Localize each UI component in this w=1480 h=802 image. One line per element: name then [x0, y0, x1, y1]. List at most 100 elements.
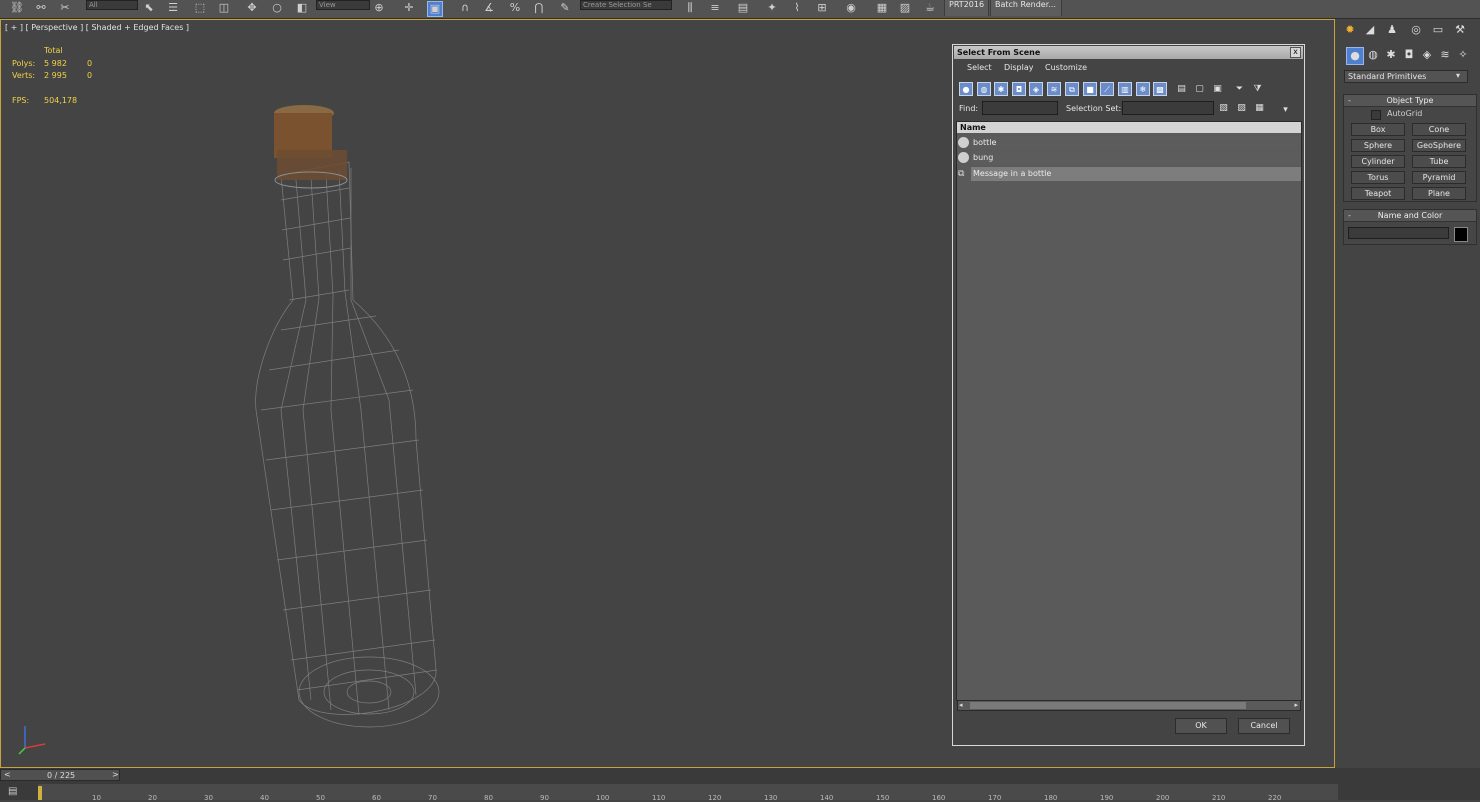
select-object-icon[interactable]: ⬉ — [142, 1, 156, 15]
scene-object-list[interactable]: Name bottle bung ⧉ Message in a bottle — [956, 121, 1302, 789]
schematic-view-icon[interactable]: ⊞ — [815, 1, 829, 15]
cancel-button[interactable]: Cancel — [1238, 718, 1290, 734]
display-lights-icon[interactable]: ✱ — [994, 82, 1008, 96]
display-tab-icon[interactable]: ▭ — [1430, 22, 1446, 38]
invert-display-icon[interactable]: ▣ — [1211, 82, 1224, 96]
helpers-icon[interactable]: ◈ — [1419, 47, 1435, 63]
autogrid-checkbox[interactable] — [1371, 110, 1381, 120]
lights-icon[interactable]: ✱ — [1383, 47, 1399, 63]
display-helpers-icon[interactable]: ◈ — [1029, 82, 1043, 96]
percent-snap-icon[interactable]: % — [508, 1, 522, 15]
bottle-wireframe[interactable] — [241, 80, 461, 740]
snap-toggle-icon[interactable]: ∩ — [458, 1, 472, 15]
menu-select[interactable]: Select — [967, 63, 992, 72]
window-crossing-icon[interactable]: ◫ — [217, 1, 231, 15]
angle-snap-icon[interactable]: ∡ — [482, 1, 496, 15]
display-geometry-icon[interactable]: ● — [959, 82, 973, 96]
link-icon[interactable]: ⛓ — [10, 1, 24, 15]
rendered-frame-icon[interactable]: ▨ — [898, 1, 912, 15]
display-frozen-icon[interactable]: ❄ — [1136, 82, 1150, 96]
curve-editor-icon[interactable]: ⌇ — [790, 1, 804, 15]
sphere-button[interactable]: Sphere — [1351, 139, 1405, 152]
rotate-icon[interactable]: ○ — [270, 1, 284, 15]
scale-icon[interactable]: ◧ — [295, 1, 309, 15]
layer-explorer-icon[interactable]: ▤ — [736, 1, 750, 15]
create-tab-icon[interactable]: ✹ — [1342, 22, 1358, 38]
render-production-icon[interactable]: ☕ — [923, 1, 937, 15]
geosphere-button[interactable]: GeoSphere — [1412, 139, 1466, 152]
systems-icon[interactable]: ✧ — [1455, 47, 1471, 63]
select-manipulate-icon[interactable]: ✛ — [402, 1, 416, 15]
category-dropdown[interactable]: Standard Primitives — [1344, 70, 1468, 83]
tube-button[interactable]: Tube — [1412, 155, 1466, 168]
render-setup-icon[interactable]: ▦ — [875, 1, 889, 15]
move-icon[interactable]: ✥ — [245, 1, 259, 15]
utilities-tab-icon[interactable]: ⚒ — [1452, 22, 1468, 38]
display-spacewarps-icon[interactable]: ≋ — [1047, 82, 1061, 96]
object-name-input[interactable] — [1348, 227, 1449, 239]
menu-customize[interactable]: Customize — [1045, 63, 1087, 72]
spinner-snap-icon[interactable]: ⋂ — [532, 1, 546, 15]
pyramid-button[interactable]: Pyramid — [1412, 171, 1466, 184]
display-xrefs-icon[interactable]: ■ — [1083, 82, 1097, 96]
prt-button[interactable]: PRT2016 — [944, 0, 990, 16]
list-item[interactable]: bottle — [971, 136, 1301, 150]
selection-set-dropdown[interactable] — [1122, 101, 1214, 115]
spacewarps-icon[interactable]: ≋ — [1437, 47, 1453, 63]
mini-curve-editor-icon[interactable]: ▤ — [8, 786, 24, 798]
geometry-icon[interactable]: ● — [1346, 47, 1364, 65]
slider-next-icon[interactable]: > — [112, 770, 119, 779]
named-selection-combo[interactable]: Create Selection Se — [580, 0, 672, 10]
chevron-down-icon[interactable]: ▾ — [1279, 103, 1292, 117]
slider-prev-icon[interactable]: < — [4, 770, 11, 779]
box-button[interactable]: Box — [1351, 123, 1405, 136]
plane-button[interactable]: Plane — [1412, 187, 1466, 200]
list-item[interactable]: bung — [971, 151, 1301, 165]
material-editor-icon[interactable]: ◉ — [844, 1, 858, 15]
align-icon[interactable]: ≡ — [708, 1, 722, 15]
display-hidden-icon[interactable]: ▩ — [1153, 82, 1167, 96]
selection-set-add-icon[interactable]: ▧ — [1217, 101, 1230, 115]
hierarchy-tab-icon[interactable]: ♟ — [1384, 22, 1400, 38]
scroll-right-icon[interactable]: ▸ — [1294, 701, 1298, 709]
modify-tab-icon[interactable]: ◢ — [1362, 22, 1378, 38]
viewport-label[interactable]: [ + ] [ Perspective ] [ Shaded + Edged F… — [5, 23, 189, 32]
motion-tab-icon[interactable]: ◎ — [1408, 22, 1424, 38]
display-containers-icon[interactable]: ▥ — [1118, 82, 1132, 96]
cone-button[interactable]: Cone — [1412, 123, 1466, 136]
display-none-icon[interactable]: ▢ — [1193, 82, 1206, 96]
chevron-down-icon[interactable]: ▾ — [1456, 71, 1460, 80]
filter-icon[interactable]: ⏷ — [1233, 82, 1246, 96]
torus-button[interactable]: Torus — [1351, 171, 1405, 184]
horizontal-scrollbar[interactable]: ◂ ▸ — [957, 700, 1301, 711]
pivot-center-icon[interactable]: ⊕ — [372, 1, 386, 15]
scroll-left-icon[interactable]: ◂ — [959, 701, 963, 709]
find-input[interactable] — [982, 101, 1058, 115]
display-all-icon[interactable]: ▤ — [1175, 82, 1188, 96]
cylinder-button[interactable]: Cylinder — [1351, 155, 1405, 168]
unlink-icon[interactable]: ⚯ — [34, 1, 48, 15]
ok-button[interactable]: OK — [1175, 718, 1227, 734]
display-bones-icon[interactable]: ⟋ — [1100, 82, 1114, 96]
dialog-title[interactable]: Select From Scene — [954, 46, 1303, 59]
timeline-track[interactable] — [38, 784, 1338, 800]
display-shapes-icon[interactable]: ◍ — [977, 82, 991, 96]
batch-render-button[interactable]: Batch Render... — [990, 0, 1062, 16]
scrollbar-thumb[interactable] — [970, 702, 1246, 709]
menu-display[interactable]: Display — [1004, 63, 1034, 72]
list-item-selected[interactable]: Message in a bottle — [971, 167, 1301, 181]
graphite-toggle-icon[interactable]: ✦ — [765, 1, 779, 15]
selection-filter-combo[interactable]: All — [86, 0, 138, 10]
bind-spacewarp-icon[interactable]: ✂ — [58, 1, 72, 15]
column-header-name[interactable]: Name — [957, 122, 1301, 133]
mirror-icon[interactable]: ⫼ — [683, 1, 697, 15]
cameras-icon[interactable]: ◘ — [1401, 47, 1417, 63]
rect-selection-icon[interactable]: ⬚ — [193, 1, 207, 15]
edit-named-sets-icon[interactable]: ✎ — [558, 1, 572, 15]
select-by-name-icon[interactable]: ☰ — [166, 1, 180, 15]
filter-options-icon[interactable]: ⧩ — [1251, 82, 1264, 96]
object-color-swatch[interactable] — [1454, 227, 1468, 242]
selection-set-remove-icon[interactable]: ▦ — [1253, 101, 1266, 115]
reference-coord-combo[interactable]: View — [316, 0, 370, 10]
selection-set-edit-icon[interactable]: ▨ — [1235, 101, 1248, 115]
